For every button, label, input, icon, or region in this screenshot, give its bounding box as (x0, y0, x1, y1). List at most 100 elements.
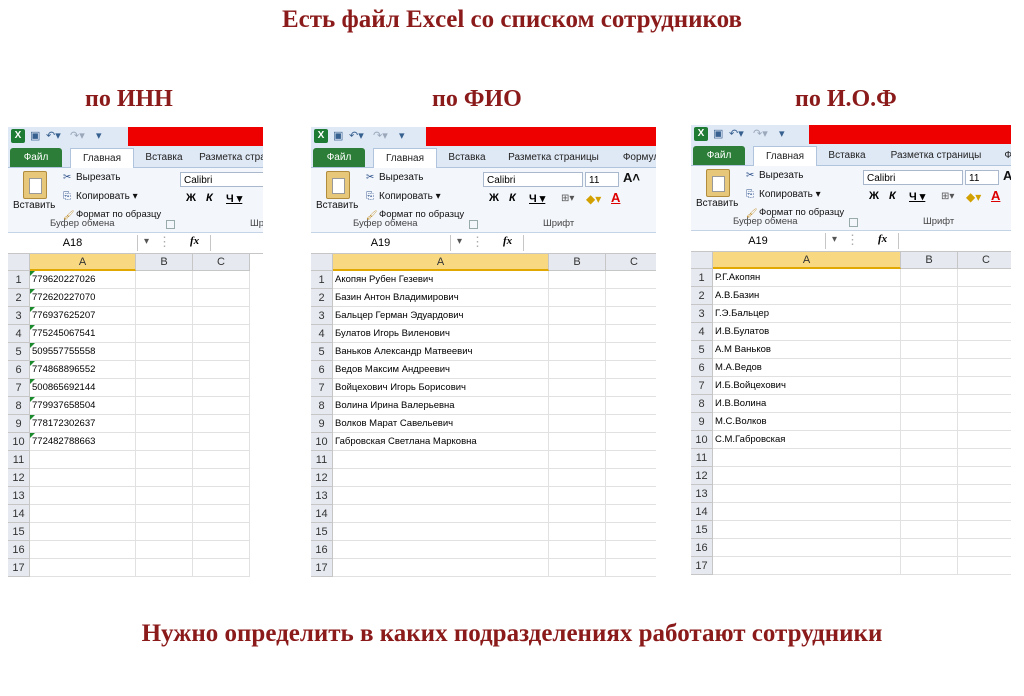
customize-toolbar-icon[interactable]: ▾ (779, 128, 785, 141)
cell[interactable] (333, 541, 549, 559)
cell[interactable] (136, 523, 193, 541)
paste-icon[interactable] (706, 169, 730, 197)
cell[interactable] (333, 523, 549, 541)
select-all-corner[interactable] (311, 254, 333, 271)
column-header-A[interactable]: A (30, 254, 136, 271)
underline-button[interactable]: Ч ▾ (909, 190, 925, 203)
redo-icon[interactable]: ↷▾ (373, 130, 388, 143)
name-box[interactable]: A18 (8, 235, 138, 251)
cell[interactable] (193, 397, 250, 415)
row-header[interactable]: 11 (691, 449, 713, 467)
scissors-icon[interactable]: ✂ (63, 172, 71, 183)
tab-3[interactable]: Разметка страни (198, 148, 263, 167)
cell[interactable] (193, 307, 250, 325)
cell[interactable] (901, 413, 958, 431)
name-box-dropdown-icon[interactable]: ▾ (832, 234, 837, 245)
cell[interactable] (193, 433, 250, 451)
cell-A2[interactable]: 772620227070 (30, 289, 136, 307)
cell[interactable] (958, 395, 1011, 413)
cell[interactable] (136, 307, 193, 325)
cell-A4[interactable]: 775245067541 (30, 325, 136, 343)
clipboard-dialog-launcher[interactable] (166, 220, 175, 229)
save-icon[interactable]: ▣ (30, 130, 40, 143)
row-header[interactable]: 3 (691, 305, 713, 323)
row-header[interactable]: 12 (311, 469, 333, 487)
column-header-A[interactable]: A (333, 254, 549, 271)
italic-button[interactable]: К (889, 190, 896, 202)
row-header[interactable]: 13 (311, 487, 333, 505)
cell-A7[interactable]: И.Б.Войцехович (713, 377, 901, 395)
cell[interactable] (136, 469, 193, 487)
row-header[interactable]: 3 (311, 307, 333, 325)
cell-A8[interactable]: И.В.Волина (713, 395, 901, 413)
copy-icon[interactable]: ⎘ (63, 191, 71, 202)
cell[interactable] (193, 559, 250, 577)
underline-button[interactable]: Ч ▾ (226, 192, 242, 205)
cell[interactable] (901, 359, 958, 377)
cell[interactable] (901, 305, 958, 323)
row-header[interactable]: 15 (311, 523, 333, 541)
row-header[interactable]: 5 (8, 343, 30, 361)
column-header-B[interactable]: B (901, 252, 958, 269)
clipboard-dialog-launcher[interactable] (849, 218, 858, 227)
underline-button[interactable]: Ч ▾ (529, 192, 545, 205)
cell[interactable] (606, 487, 656, 505)
cell[interactable] (606, 505, 656, 523)
tab-3[interactable]: Разметка страницы (881, 146, 991, 165)
cell[interactable] (549, 397, 606, 415)
cell[interactable] (549, 541, 606, 559)
cell[interactable] (901, 287, 958, 305)
cell[interactable] (713, 539, 901, 557)
bold-button[interactable]: Ж (489, 192, 499, 204)
row-header[interactable]: 14 (8, 505, 30, 523)
cell[interactable] (958, 341, 1011, 359)
cell[interactable] (549, 379, 606, 397)
cell[interactable] (958, 431, 1011, 449)
row-header[interactable]: 1 (311, 271, 333, 289)
cell[interactable] (30, 505, 136, 523)
row-header[interactable]: 5 (311, 343, 333, 361)
bold-button[interactable]: Ж (869, 190, 879, 202)
cut-button[interactable]: Вырезать (379, 172, 423, 183)
copy-icon[interactable]: ⎘ (366, 191, 374, 202)
fill-color-icon[interactable]: ◆▾ (586, 192, 601, 206)
row-header[interactable]: 9 (691, 413, 713, 431)
cell[interactable] (713, 503, 901, 521)
tab-1[interactable]: Главная (753, 146, 817, 166)
cell[interactable] (901, 521, 958, 539)
cell-A5[interactable]: А.М Ваньков (713, 341, 901, 359)
cell[interactable] (136, 433, 193, 451)
cell-A8[interactable]: 779937658504 (30, 397, 136, 415)
font-color-icon[interactable]: A (991, 188, 1000, 203)
insert-function-icon[interactable]: fx (190, 235, 199, 247)
save-icon[interactable]: ▣ (333, 130, 343, 143)
cell-A2[interactable]: Базин Антон Владимирович (333, 289, 549, 307)
copy-button[interactable]: Копировать ▾ (76, 191, 138, 202)
cell[interactable] (136, 397, 193, 415)
cell-A6[interactable]: М.А.Ведов (713, 359, 901, 377)
row-header[interactable]: 13 (8, 487, 30, 505)
cell[interactable] (193, 289, 250, 307)
cell[interactable] (901, 341, 958, 359)
cell[interactable] (30, 523, 136, 541)
row-header[interactable]: 13 (691, 485, 713, 503)
cell[interactable] (958, 485, 1011, 503)
paste-button[interactable]: Вставить (696, 198, 738, 209)
name-box[interactable]: A19 (311, 235, 451, 251)
cell-A6[interactable]: 774868896552 (30, 361, 136, 379)
row-header[interactable]: 3 (8, 307, 30, 325)
cell[interactable] (901, 449, 958, 467)
cell[interactable] (901, 485, 958, 503)
row-header[interactable]: 7 (691, 377, 713, 395)
row-header[interactable]: 8 (8, 397, 30, 415)
row-header[interactable]: 2 (311, 289, 333, 307)
fill-color-icon[interactable]: ◆▾ (966, 190, 981, 204)
row-header[interactable]: 15 (691, 521, 713, 539)
cell[interactable] (30, 559, 136, 577)
cell[interactable] (901, 503, 958, 521)
cell[interactable] (549, 505, 606, 523)
row-header[interactable]: 9 (311, 415, 333, 433)
row-header[interactable]: 10 (8, 433, 30, 451)
cell-A4[interactable]: И.В.Булатов (713, 323, 901, 341)
cell-A10[interactable]: С.М.Габровская (713, 431, 901, 449)
